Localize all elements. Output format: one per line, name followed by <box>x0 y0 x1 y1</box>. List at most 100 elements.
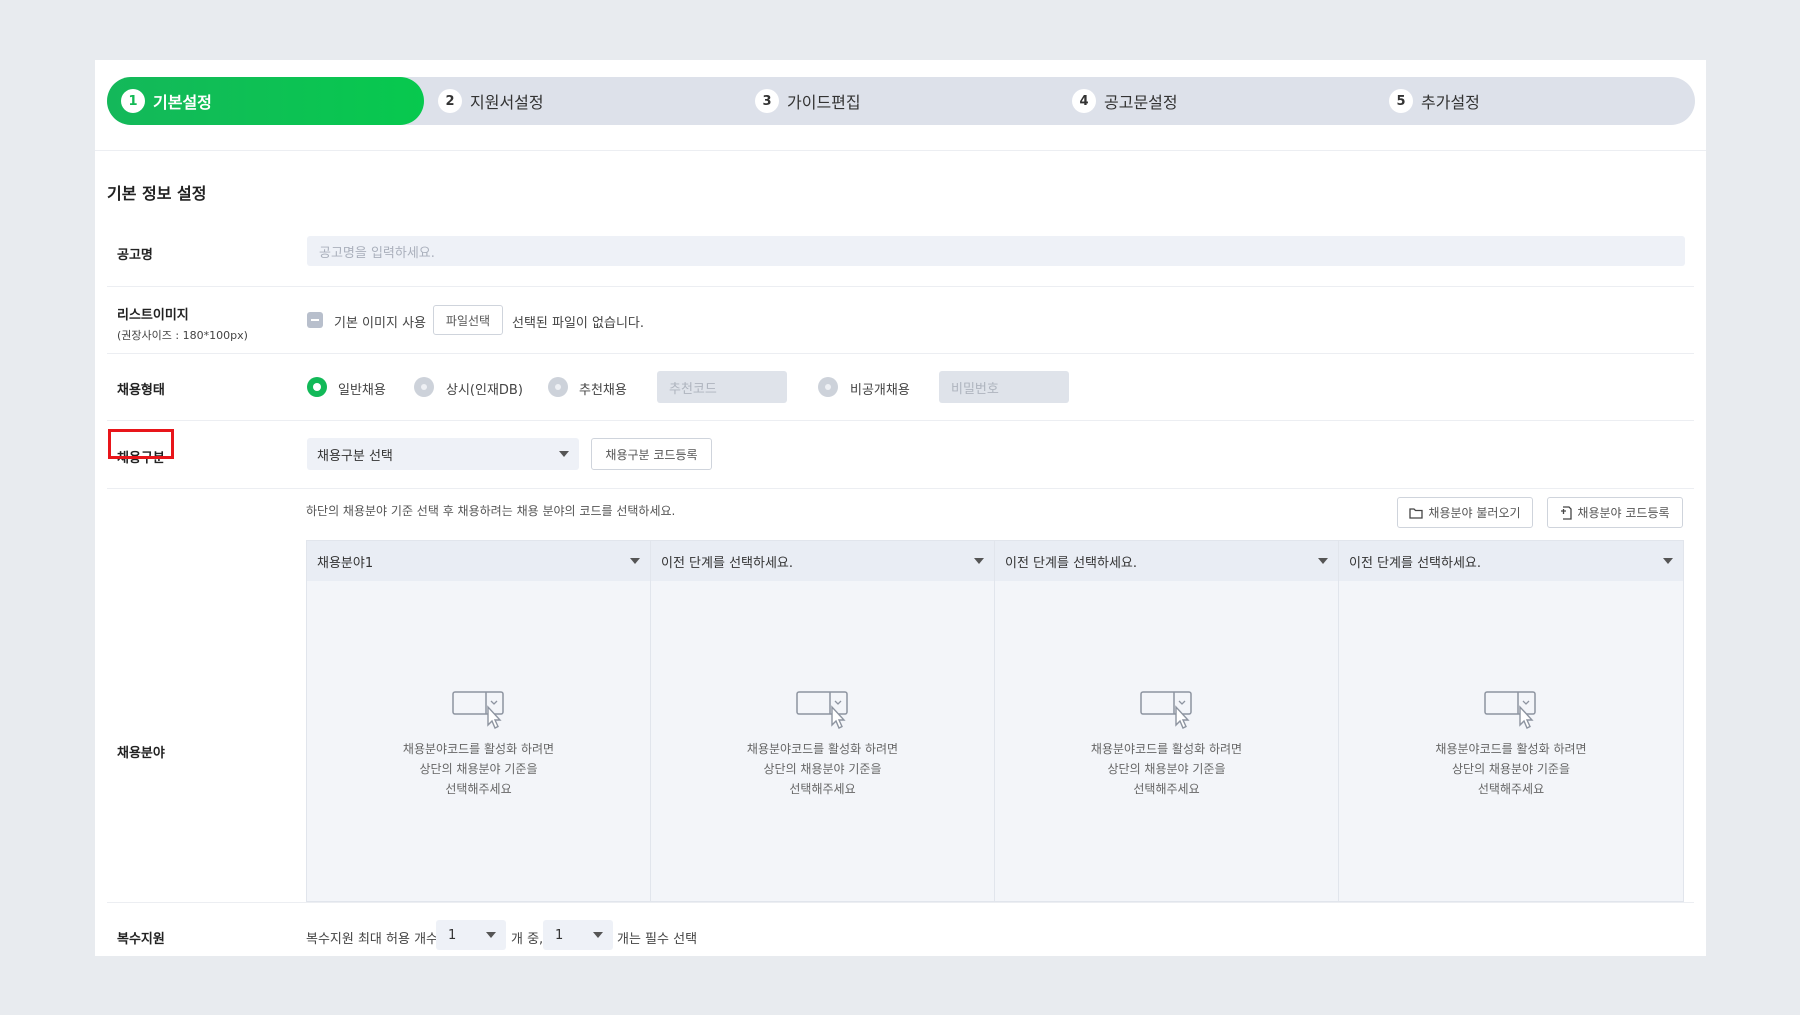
button-label: 채용분야 불러오기 <box>1428 506 1521 520</box>
recruit-category-select[interactable]: 채용구분 선택 <box>307 438 579 470</box>
column-empty-state: 채용분야코드를 활성화 하려면 상단의 채용분야 기준을 선택해주세요 <box>995 691 1338 799</box>
chevron-down-icon <box>1318 558 1328 564</box>
step-label: 추가설정 <box>1421 93 1480 112</box>
column-header-text: 이전 단계를 선택하세요. <box>1005 555 1137 571</box>
column-header-text: 이전 단계를 선택하세요. <box>661 555 793 571</box>
column-empty-state: 채용분야코드를 활성화 하려면 상단의 채용분야 기준을 선택해주세요 <box>1339 691 1683 799</box>
radio-label: 비공개채용 <box>850 383 910 398</box>
empty-line: 채용분야코드를 활성화 하려면 <box>746 742 899 756</box>
select-cursor-icon <box>795 691 848 729</box>
list-image-label: 리스트이미지 (권장사이즈 : 180*100px) <box>117 304 248 343</box>
recruit-category-code-button[interactable]: 채용구분 코드등록 <box>591 438 712 470</box>
radio-regular-hiring[interactable] <box>307 377 327 397</box>
step-label: 가이드편집 <box>787 93 861 112</box>
empty-line: 채용분야코드를 활성화 하려면 <box>402 742 555 756</box>
column-select[interactable]: 이전 단계를 선택하세요. <box>1339 541 1683 581</box>
step-basic-settings[interactable]: 1 기본설정 <box>107 77 424 125</box>
radio-label: 상시(인재DB) <box>446 383 523 398</box>
step-guide-edit[interactable]: 3 가이드편집 <box>741 77 1058 125</box>
chevron-down-icon <box>486 932 496 938</box>
select-value: 1 <box>448 927 457 943</box>
empty-line: 상단의 채용분야 기준을 <box>419 762 538 776</box>
recruit-field-hint: 하단의 채용분야 기준 선택 후 채용하려는 채용 분야의 코드를 선택하세요. <box>306 504 676 518</box>
row-posting-name: 공고명 공고명을 입력하세요. <box>107 220 1694 287</box>
column-select[interactable]: 채용분야1 <box>307 541 650 581</box>
column-empty-state: 채용분야코드를 활성화 하려면 상단의 채용분야 기준을 선택해주세요 <box>307 691 650 799</box>
chevron-down-icon <box>630 558 640 564</box>
chevron-down-icon <box>593 932 603 938</box>
recruit-field-column-2: 이전 단계를 선택하세요. 채용분야코드를 활성화 하려면 상단의 채용분야 기… <box>651 541 995 901</box>
list-image-size-hint: (권장사이즈 : 180*100px) <box>117 329 248 342</box>
row-recruit-category: 채용구분 채용구분 선택 채용구분 코드등록 <box>107 421 1694 489</box>
row-employment-type: 채용형태 일반채용 상시(인재DB) 추천채용 추천코드 비공개채용 비밀번호 <box>107 354 1694 421</box>
empty-line: 선택해주세요 <box>1133 782 1200 796</box>
empty-line: 선택해주세요 <box>445 782 512 796</box>
empty-line: 상단의 채용분야 기준을 <box>1107 762 1226 776</box>
multi-apply-max-select[interactable]: 1 <box>436 920 506 950</box>
radio-label: 일반채용 <box>338 383 386 398</box>
divider <box>107 902 1694 903</box>
empty-line: 채용분야코드를 활성화 하려면 <box>1435 742 1587 756</box>
chevron-down-icon <box>1663 558 1673 564</box>
step-number: 5 <box>1389 89 1413 113</box>
select-cursor-icon <box>1484 691 1536 729</box>
step-number: 2 <box>438 89 462 113</box>
select-value: 채용구분 선택 <box>317 448 393 464</box>
code-register-icon <box>1561 505 1573 520</box>
step-label: 기본설정 <box>153 93 212 112</box>
radio-always-hiring[interactable] <box>414 377 434 397</box>
file-status-text: 선택된 파일이 없습니다. <box>512 316 644 331</box>
empty-line: 상단의 채용분야 기준을 <box>1451 762 1571 776</box>
recruit-field-columns: 채용분야1 채용분야코드를 활성화 하려면 상단의 채용분야 기준을 선택해주세… <box>306 540 1684 902</box>
select-value: 1 <box>555 927 564 943</box>
recruit-field-label: 채용분야 <box>117 746 165 761</box>
chevron-down-icon <box>974 558 984 564</box>
select-cursor-icon <box>1139 691 1192 729</box>
referral-code-input[interactable]: 추천코드 <box>657 371 787 403</box>
step-number: 4 <box>1072 89 1096 113</box>
step-notice-settings[interactable]: 4 공고문설정 <box>1058 77 1375 125</box>
column-select[interactable]: 이전 단계를 선택하세요. <box>995 541 1338 581</box>
multi-apply-prefix: 복수지원 최대 허용 개수 <box>306 932 438 947</box>
select-cursor-icon <box>451 691 504 729</box>
step-label: 지원서설정 <box>470 93 544 112</box>
column-empty-state: 채용분야코드를 활성화 하려면 상단의 채용분야 기준을 선택해주세요 <box>651 691 994 799</box>
recruit-field-column-1: 채용분야1 채용분야코드를 활성화 하려면 상단의 채용분야 기준을 선택해주세… <box>307 541 651 901</box>
list-image-label-text: 리스트이미지 <box>117 308 189 323</box>
step-progress-bar: 1 기본설정 2 지원서설정 3 가이드편집 4 공고문설정 5 추가설정 <box>107 77 1695 125</box>
password-input[interactable]: 비밀번호 <box>939 371 1069 403</box>
recruit-field-code-button[interactable]: 채용분야 코드등록 <box>1547 497 1683 528</box>
use-default-image-checkbox[interactable] <box>307 312 323 328</box>
empty-line: 상단의 채용분야 기준을 <box>763 762 882 776</box>
button-label: 채용분야 코드등록 <box>1577 506 1670 520</box>
multi-apply-label: 복수지원 <box>117 932 165 947</box>
chevron-down-icon <box>559 451 569 457</box>
radio-private-hiring[interactable] <box>818 377 838 397</box>
multi-apply-middle: 개 중, <box>511 932 544 947</box>
step-number: 3 <box>755 89 779 113</box>
recruit-field-column-4: 이전 단계를 선택하세요. 채용분야코드를 활성화 하려면 상단의 채용분야 기… <box>1339 541 1683 901</box>
empty-line: 채용분야코드를 활성화 하려면 <box>1090 742 1243 756</box>
section-title: 기본 정보 설정 <box>107 184 207 203</box>
folder-icon <box>1409 507 1424 519</box>
empty-line: 선택해주세요 <box>1477 782 1545 796</box>
highlight-recruit-category <box>108 429 174 459</box>
empty-line: 선택해주세요 <box>789 782 856 796</box>
step-number: 1 <box>121 89 145 113</box>
column-select[interactable]: 이전 단계를 선택하세요. <box>651 541 994 581</box>
divider <box>95 150 1706 151</box>
recruit-field-column-3: 이전 단계를 선택하세요. 채용분야코드를 활성화 하려면 상단의 채용분야 기… <box>995 541 1339 901</box>
radio-referral-hiring[interactable] <box>548 377 568 397</box>
use-default-image-label: 기본 이미지 사용 <box>334 316 426 331</box>
multi-apply-required-select[interactable]: 1 <box>543 920 613 950</box>
posting-name-label: 공고명 <box>117 248 153 263</box>
radio-label: 추천채용 <box>579 383 627 398</box>
step-additional-settings[interactable]: 5 추가설정 <box>1375 77 1692 125</box>
file-select-button[interactable]: 파일선택 <box>433 305 503 335</box>
multi-apply-suffix: 개는 필수 선택 <box>617 932 698 947</box>
step-label: 공고문설정 <box>1104 93 1178 112</box>
posting-name-input[interactable]: 공고명을 입력하세요. <box>307 236 1685 266</box>
load-recruit-field-button[interactable]: 채용분야 불러오기 <box>1397 497 1533 528</box>
step-application-settings[interactable]: 2 지원서설정 <box>424 77 741 125</box>
row-list-image: 리스트이미지 (권장사이즈 : 180*100px) 기본 이미지 사용 파일선… <box>107 287 1694 354</box>
